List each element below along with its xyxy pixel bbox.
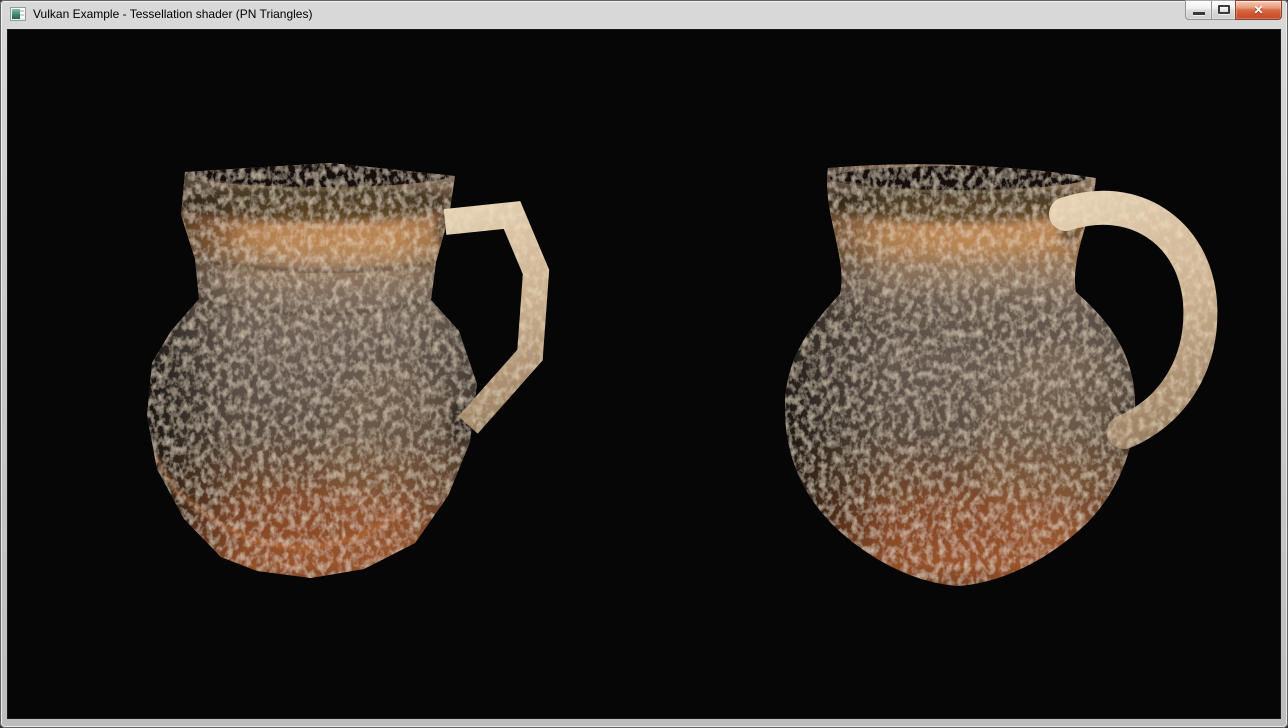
window-controls: ✕ [1186,0,1282,20]
titlebar[interactable]: Vulkan Example - Tessellation shader (PN… [0,0,1288,29]
render-viewport[interactable] [7,29,1281,719]
window-title: Vulkan Example - Tessellation shader (PN… [33,0,312,29]
maximize-button[interactable] [1211,0,1236,20]
close-icon: ✕ [1253,1,1263,20]
app-icon[interactable] [10,7,26,21]
minimize-icon [1193,12,1205,15]
maximize-icon [1218,5,1230,14]
app-icon-lines [20,10,24,18]
scene-svg [8,30,1280,718]
minimize-button[interactable] [1185,0,1212,20]
app-icon-art [12,9,20,19]
jug-tessellated [785,160,1200,597]
close-button[interactable]: ✕ [1235,0,1282,20]
app-window: Vulkan Example - Tessellation shader (PN… [0,0,1288,728]
jug-low-poly [147,157,536,583]
